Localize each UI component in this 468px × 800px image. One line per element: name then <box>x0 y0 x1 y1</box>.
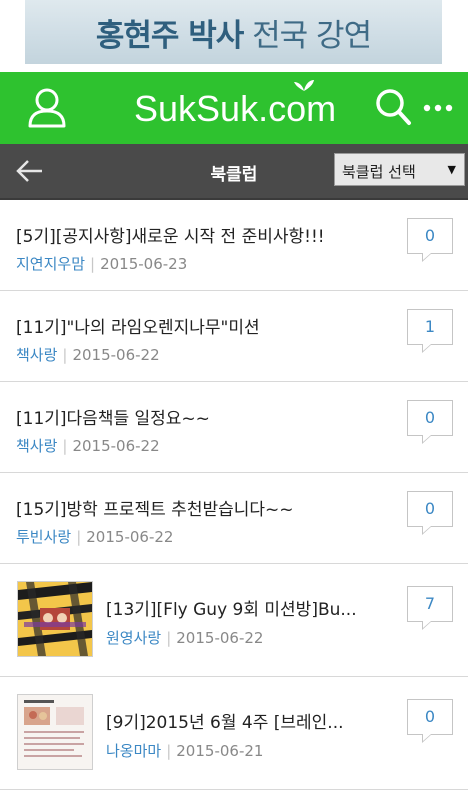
post-title: [15기]방학 프로젝트 추천받습니다~~ <box>16 500 294 520</box>
post-date: 2015-06-22 <box>176 629 264 647</box>
post-item[interactable]: [5기][공지사항]새로운 시작 전 준비사항!!! 지연지우맘 | 2015-06… <box>0 200 468 291</box>
comment-count: 0 <box>424 499 436 518</box>
post-author[interactable]: 투빈사랑 <box>16 528 71 546</box>
search-icon <box>376 89 411 125</box>
post-title: [9기]2015년 6월 4주 [브레인... <box>106 713 344 733</box>
meta-divider: | <box>62 437 68 455</box>
ad-banner-area: 홍현주 박사 전국 강연 <box>0 0 468 72</box>
post-meta: 지연지우맘 | 2015-06-23 <box>16 253 187 274</box>
post-author[interactable]: 지연지우맘 <box>16 255 85 273</box>
post-date: 2015-06-22 <box>72 437 160 455</box>
dropdown-arrow-icon: ▼ <box>447 163 456 176</box>
post-author[interactable]: 책사랑 <box>16 346 57 364</box>
banner-text: 홍현주 박사 전국 강연 <box>95 10 372 55</box>
bubble-tail-inner <box>423 621 431 628</box>
bubble-tail-inner <box>423 734 431 741</box>
leaf-icon <box>294 80 315 91</box>
post-item[interactable]: [11기]"나의 라임오렌지나무"미션 책사랑 | 2015-06-22 1 <box>0 291 468 382</box>
post-author[interactable]: 나옹마마 <box>106 742 161 760</box>
more-icon <box>423 104 453 112</box>
more-button[interactable] <box>422 98 456 118</box>
comment-count: 7 <box>424 594 436 613</box>
post-item[interactable]: [11기]다음책들 일정요~~ 책사랑 | 2015-06-22 0 <box>0 382 468 473</box>
logo-text-o: o <box>286 88 307 129</box>
search-button[interactable] <box>372 86 414 130</box>
post-date: 2015-06-22 <box>72 346 160 364</box>
post-meta: 원영사랑 | 2015-06-22 <box>106 627 263 648</box>
comment-count-bubble[interactable]: 0 <box>407 218 453 262</box>
banner-text-regular: 전국 강연 <box>243 17 372 54</box>
post-date: 2015-06-22 <box>86 528 174 546</box>
app-header: SukSuk.c om <box>0 72 468 144</box>
post-date: 2015-06-23 <box>100 255 188 273</box>
logo-text-start: SukSuk.c <box>134 88 287 129</box>
ad-banner[interactable]: 홍현주 박사 전국 강연 <box>25 0 442 64</box>
comment-count: 0 <box>424 707 436 726</box>
post-meta: 책사랑 | 2015-06-22 <box>16 344 160 365</box>
comment-count-bubble[interactable]: 1 <box>407 309 453 353</box>
comment-count-bubble[interactable]: 0 <box>407 400 453 444</box>
user-icon <box>28 88 66 128</box>
post-item[interactable]: [13기][Fly Guy 9회 미션방]Bu... 원영사랑 | 2015-06-… <box>0 564 468 677</box>
user-button[interactable] <box>24 86 70 130</box>
logo-text-end: m <box>306 88 337 129</box>
bubble-tail-inner <box>423 435 431 442</box>
bookclub-select[interactable]: 북클럽 선택 ▼ <box>334 153 465 186</box>
post-item[interactable]: [15기]방학 프로젝트 추천받습니다~~ 투빈사랑 | 2015-06-22 0 <box>0 473 468 564</box>
post-meta: 투빈사랑 | 2015-06-22 <box>16 526 173 547</box>
meta-divider: | <box>90 255 96 273</box>
bubble-tail-inner <box>423 526 431 533</box>
post-title: [13기][Fly Guy 9회 미션방]Bu... <box>106 600 357 620</box>
post-item[interactable]: [9기]2015년 6월 4주 [브레인... 나옹마마 | 2015-06-21 … <box>0 677 468 790</box>
post-author[interactable]: 원영사랑 <box>106 629 161 647</box>
meta-divider: | <box>166 742 172 760</box>
comment-count-bubble[interactable]: 0 <box>407 491 453 535</box>
post-meta: 책사랑 | 2015-06-22 <box>16 435 160 456</box>
thumbnail-image <box>18 695 92 769</box>
post-author[interactable]: 책사랑 <box>16 437 57 455</box>
banner-text-bold: 홍현주 박사 <box>95 17 244 54</box>
meta-divider: | <box>76 528 82 546</box>
post-meta: 나옹마마 | 2015-06-21 <box>106 740 263 761</box>
app-logo[interactable]: SukSuk.c om <box>134 80 337 130</box>
post-title: [11기]다음책들 일정요~~ <box>16 409 210 429</box>
thumbnail-image <box>18 582 92 656</box>
comment-count: 0 <box>424 226 436 245</box>
comment-count: 0 <box>424 408 436 427</box>
post-thumbnail <box>17 581 93 657</box>
meta-divider: | <box>166 629 172 647</box>
comment-count-bubble[interactable]: 0 <box>407 699 453 743</box>
post-list: [5기][공지사항]새로운 시작 전 준비사항!!! 지연지우맘 | 2015-06… <box>0 200 468 790</box>
post-title: [11기]"나의 라임오렌지나무"미션 <box>16 318 260 338</box>
comment-count-bubble[interactable]: 7 <box>407 586 453 630</box>
bookclub-toolbar: 북클럽 북클럽 선택 ▼ <box>0 144 468 200</box>
bubble-tail-inner <box>423 253 431 260</box>
post-date: 2015-06-21 <box>176 742 264 760</box>
bookclub-select-value: 북클럽 선택 <box>342 163 416 181</box>
post-thumbnail <box>17 694 93 770</box>
meta-divider: | <box>62 346 68 364</box>
comment-count: 1 <box>424 317 436 336</box>
bubble-tail-inner <box>423 344 431 351</box>
post-title: [5기][공지사항]새로운 시작 전 준비사항!!! <box>16 227 325 247</box>
